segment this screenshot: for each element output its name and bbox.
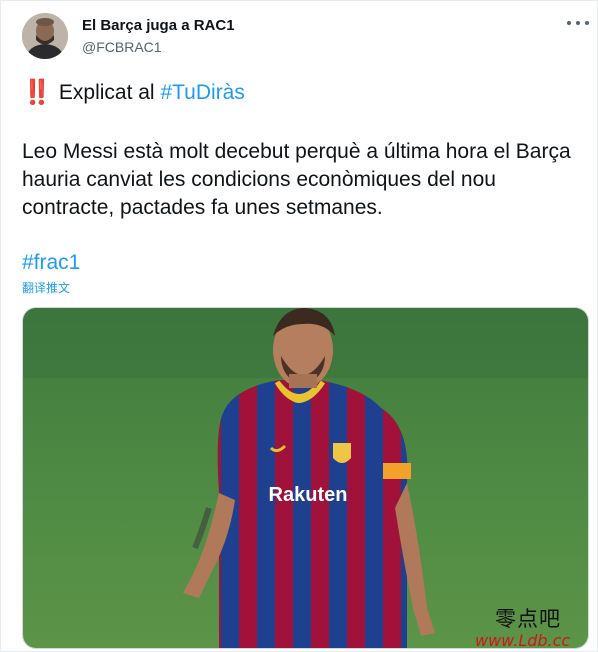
author-avatar[interactable] bbox=[22, 13, 68, 59]
jersey-sponsor-text: Rakuten bbox=[269, 484, 348, 506]
tweet-body-text: Leo Messi està molt decebut perquè a últ… bbox=[22, 140, 571, 219]
author-handle[interactable]: @FCBRAC1 bbox=[82, 39, 162, 55]
tweet-line-explicat: ‼️ Explicat al #TuDiràs bbox=[22, 79, 245, 107]
author-name[interactable]: El Barça juga a RAC1 bbox=[82, 17, 235, 34]
explicat-text: Explicat al bbox=[58, 81, 155, 104]
translate-tweet-link[interactable]: 翻译推文 bbox=[22, 279, 70, 296]
watermark-url: www.Ldb.cc bbox=[475, 631, 571, 650]
hashtag-frac1-link[interactable]: #frac1 bbox=[22, 250, 80, 276]
hashtag-tudiras-link[interactable]: #TuDiràs bbox=[160, 79, 244, 107]
double-exclamation-icon: ‼️ bbox=[22, 79, 52, 106]
tweet-card: El Barça juga a RAC1 @FCBRAC1 ‼️ Explica… bbox=[0, 0, 598, 652]
more-horizontal-icon[interactable] bbox=[567, 17, 589, 29]
watermark-chinese: 零点吧 bbox=[495, 607, 561, 631]
tweet-media-photo[interactable]: Rakuten bbox=[22, 307, 589, 649]
